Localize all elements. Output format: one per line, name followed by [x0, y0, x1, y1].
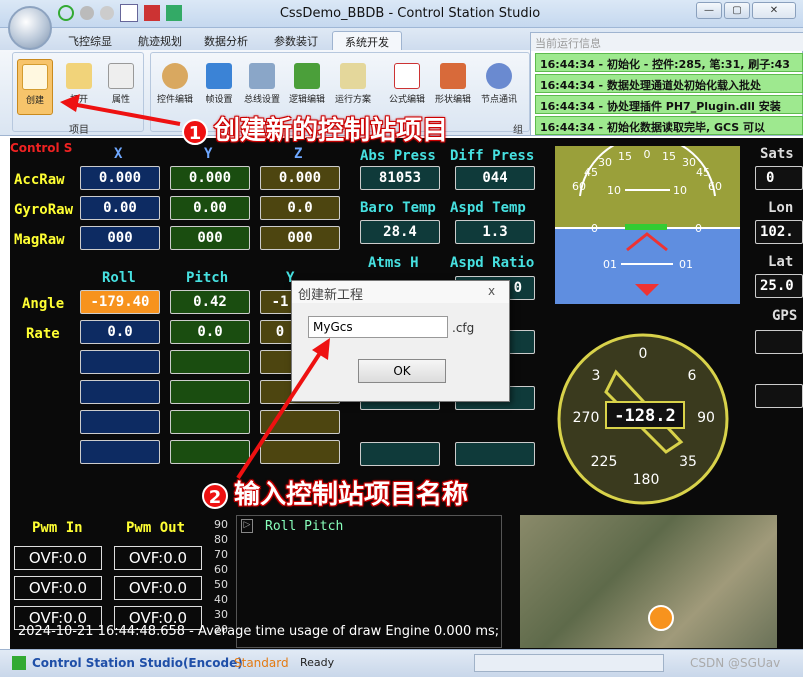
step1-annotation: 1 创建新的控制站项目: [182, 110, 448, 147]
step-number: 2: [202, 482, 228, 509]
step2-text: 输入控制站项目名称: [234, 480, 469, 510]
step1-text: 创建新的控制站项目: [214, 116, 449, 146]
arrow-line: [236, 348, 324, 480]
arrow-head: [312, 338, 330, 360]
arrow-head: [60, 94, 80, 112]
step-number: 1: [182, 118, 208, 145]
annotation-arrows: [60, 94, 330, 480]
step2-annotation: 2 输入控制站项目名称: [202, 474, 468, 511]
arrow-line: [71, 102, 181, 126]
